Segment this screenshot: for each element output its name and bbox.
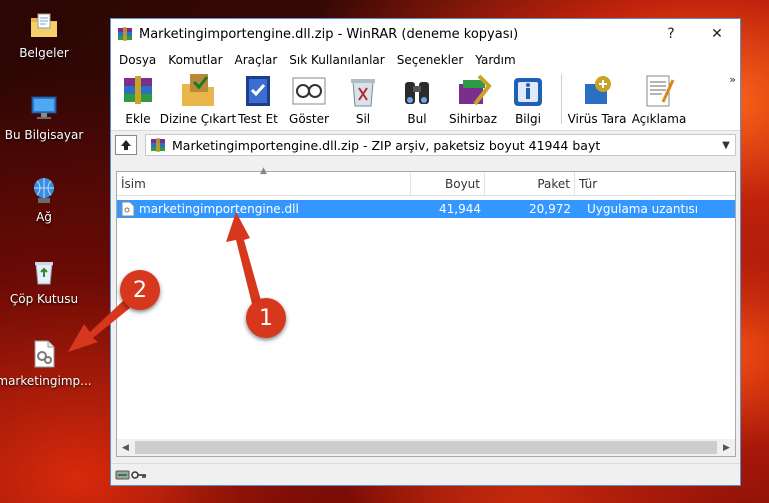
arrow-up-icon (121, 140, 131, 150)
scroll-right-icon[interactable]: ▶ (718, 443, 735, 453)
toolbar-label: Bul (407, 112, 427, 126)
path-dropdown[interactable]: Marketingimportengine.dll.zip - ZIP arşi… (145, 134, 736, 156)
column-packed[interactable]: Paket (485, 172, 575, 195)
toolbar-test-button[interactable]: Test Et (235, 72, 281, 126)
horizontal-scrollbar[interactable]: ◀ ▶ (117, 439, 735, 456)
chevron-down-icon[interactable]: ▼ (717, 140, 735, 151)
toolbar-separator (561, 73, 562, 124)
menu-help[interactable]: Yardım (469, 53, 521, 67)
desktop-label: Bu Bilgisayar (4, 128, 84, 142)
winrar-window: Marketingimportengine.dll.zip - WinRAR (… (110, 18, 741, 486)
column-size[interactable]: Boyut (411, 172, 485, 195)
toolbar-label: Virüs Tara (567, 112, 627, 126)
file-row[interactable]: marketingimportengine.dll 41,944 20,972 … (117, 200, 735, 218)
toolbar-more-chevron-icon[interactable]: » (729, 73, 736, 86)
file-list: ▲ İsim Boyut Paket Tür marketingimporten… (116, 166, 736, 457)
toolbar-delete-button[interactable]: Sil (337, 72, 389, 126)
menu-commands[interactable]: Komutlar (162, 53, 228, 67)
title-bar[interactable]: Marketingimportengine.dll.zip - WinRAR (… (111, 19, 740, 49)
computer-icon (31, 96, 57, 119)
view-icon (292, 77, 326, 105)
toolbar-view-button[interactable]: Göster (283, 72, 335, 126)
dll-file-icon (121, 201, 135, 217)
toolbar-label: Test Et (238, 112, 278, 126)
add-archive-icon (124, 76, 152, 104)
winrar-app-icon (118, 27, 132, 41)
toolbar-info-button[interactable]: Bilgi (503, 72, 553, 126)
wizard-icon (459, 74, 492, 106)
menu-favorites[interactable]: Sık Kullanılanlar (283, 53, 390, 67)
column-type[interactable]: Tür (575, 172, 735, 195)
menu-bar: Dosya Komutlar Araçlar Sık Kullanılanlar… (111, 49, 740, 71)
toolbar-extract-button[interactable]: Dizine Çıkart (159, 72, 237, 126)
toolbar-label: Ekle (125, 112, 151, 126)
desktop-icon-documents[interactable]: Belgeler (0, 10, 94, 60)
desktop-icon-recycle-bin[interactable]: Çöp Kutusu (0, 256, 94, 306)
menu-tools[interactable]: Araçlar (229, 53, 284, 67)
desktop-icon-network[interactable]: Ağ (0, 174, 94, 224)
network-icon (34, 178, 54, 203)
file-name: marketingimportengine.dll (139, 202, 299, 216)
toolbar-label: Açıklama (631, 112, 687, 126)
desktop-icon-this-pc[interactable]: Bu Bilgisayar (0, 92, 94, 142)
toolbar-label: Bilgi (515, 112, 541, 126)
toolbar-virus-scan-button[interactable]: Virüs Tara (568, 72, 626, 126)
test-icon (246, 76, 270, 106)
toolbar-find-button[interactable]: Bul (391, 72, 443, 126)
info-icon (514, 78, 542, 106)
archive-icon (151, 138, 165, 152)
toolbar-comment-button[interactable]: Açıklama (628, 72, 690, 126)
help-button[interactable]: ? (648, 19, 694, 49)
virus-scan-icon (585, 76, 611, 104)
toolbar-wizard-button[interactable]: Sihirbaz (445, 72, 501, 126)
path-text: Marketingimportengine.dll.zip - ZIP arşi… (172, 137, 601, 153)
column-header: ▲ İsim Boyut Paket Tür (117, 166, 735, 196)
address-bar: Marketingimportengine.dll.zip - ZIP arşi… (111, 131, 740, 159)
file-size: 41,944 (439, 202, 481, 216)
toolbar: Ekle Dizine Çıkart Test Et Göster Sil Bu… (111, 71, 740, 131)
desktop-label: Belgeler (19, 46, 69, 60)
delete-icon (351, 79, 375, 107)
comment-icon (646, 75, 675, 107)
status-bar (111, 463, 740, 485)
toolbar-label: Sihirbaz (448, 112, 498, 126)
drive-key-icon[interactable] (115, 469, 147, 481)
scroll-thumb[interactable] (135, 441, 717, 454)
window-title: Marketingimportengine.dll.zip - WinRAR (… (139, 26, 519, 42)
recycle-bin-icon (35, 262, 53, 285)
file-type: Uygulama uzantısı (587, 202, 699, 216)
toolbar-label: Dizine Çıkart (159, 112, 237, 126)
close-button[interactable]: ✕ (694, 19, 740, 49)
toolbar-label: Göster (289, 112, 329, 126)
toolbar-label: Sil (355, 112, 371, 126)
scroll-left-icon[interactable]: ◀ (117, 443, 134, 453)
extract-to-icon (182, 74, 214, 106)
folder-documents-icon (31, 13, 57, 37)
find-icon (405, 82, 429, 104)
file-packed: 20,972 (529, 202, 571, 216)
desktop-label: Ağ (36, 210, 52, 224)
toolbar-add-button[interactable]: Ekle (115, 72, 161, 126)
step-badge-2: 2 (120, 270, 160, 310)
dll-file-icon (34, 340, 55, 368)
menu-file[interactable]: Dosya (113, 53, 162, 67)
menu-options[interactable]: Seçenekler (391, 53, 470, 67)
step-badge-1: 1 (246, 298, 286, 338)
up-folder-button[interactable] (115, 135, 137, 155)
desktop-label: marketingimp... (0, 374, 92, 388)
sort-ascending-icon: ▲ (260, 166, 267, 176)
desktop-label: Çöp Kutusu (9, 292, 79, 306)
desktop-icon-dll-file[interactable]: marketingimp... (0, 338, 94, 388)
